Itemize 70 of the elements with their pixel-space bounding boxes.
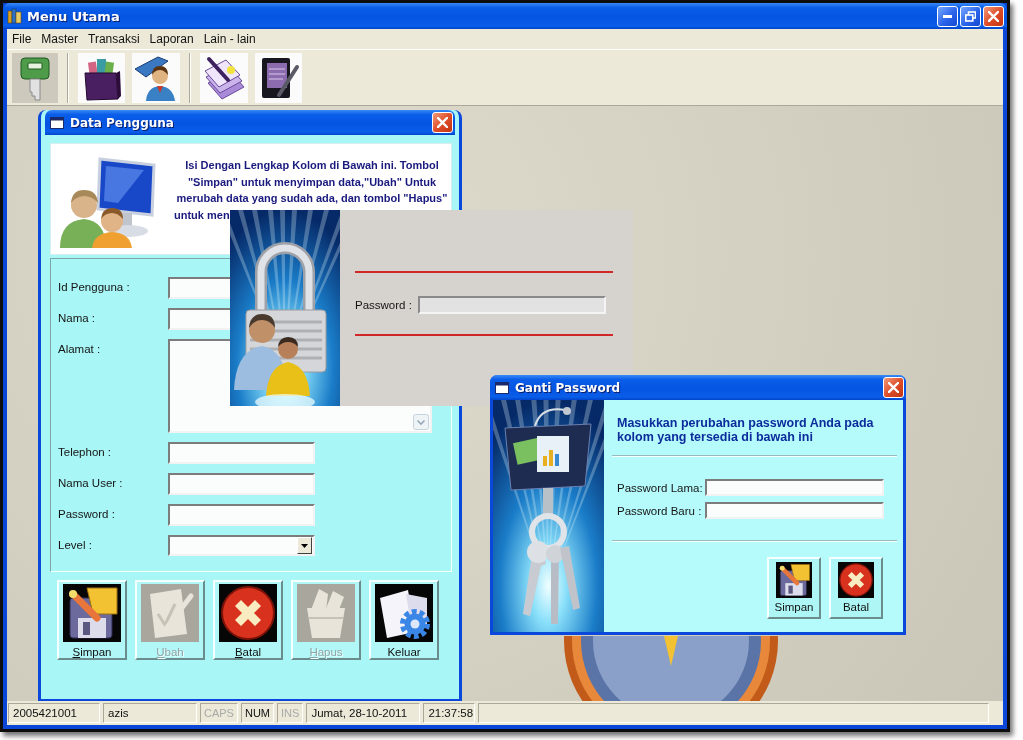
status-panel: 21:37:58 [423,703,476,723]
window-title: Menu Utama [27,8,120,24]
toolbar-button[interactable] [200,52,248,103]
menu-item[interactable]: Lain - lain [198,30,261,48]
dropdown-field[interactable] [168,535,315,556]
floppy-pencil-icon [776,562,812,598]
window-title: Ganti Password [515,380,621,395]
x-circle-icon [838,562,874,598]
wastebasket-icon [297,584,355,642]
close-icon [437,117,448,128]
field-label: Nama User : [58,476,123,491]
toolbar-button[interactable] [78,52,125,103]
minimize-icon [943,14,952,18]
text-field[interactable] [168,442,315,464]
close-button[interactable] [883,377,904,398]
caret-icon [301,543,308,548]
menu-item[interactable]: Master [36,30,84,48]
field-label: Password : [58,507,115,522]
key-icon [12,52,58,103]
exit-button[interactable]: Keluar [369,580,439,660]
save-button[interactable]: Simpan [767,557,821,619]
field-label: Telephon : [58,445,112,460]
field-label: Level : [58,538,92,553]
notebook-icon [255,52,302,103]
window-icon [50,116,64,129]
field-label: Password : [355,299,413,311]
menu-item[interactable]: Laporan [144,30,199,48]
status-panel: 2005421001 [8,703,100,723]
cancel-button[interactable]: Batal [829,557,883,619]
minimize-button[interactable] [937,5,958,27]
field-label: Alamat : [58,342,101,357]
status-panel: Jumat, 28-10-2011 [306,703,421,723]
toolbar-button[interactable] [132,52,180,103]
text-field[interactable] [705,502,884,519]
field-label: Password Lama: [617,481,704,494]
file-box-icon [78,52,125,103]
instruction-text: Masukkan perubahan password Anda pada kolom yang tersedia di bawah ini [616,416,875,444]
menu-item[interactable]: File [7,30,37,48]
close-icon [988,10,999,22]
books-icon [7,8,23,24]
text-field[interactable] [168,473,315,495]
key-indicator: NUM [240,703,275,723]
field-label: Id Pengguna : [58,280,130,295]
x-circle-icon [219,584,277,642]
menu-item[interactable]: Transaksi [83,30,145,48]
close-button[interactable] [432,112,453,133]
document-pen-icon [200,52,248,103]
field-label: Password Baru : [617,504,703,517]
dropdown-button[interactable] [297,537,312,554]
window-title: Data Pengguna [70,115,174,130]
text-field[interactable] [705,479,884,496]
toolbar-button[interactable] [255,52,302,103]
text-field[interactable] [418,296,606,314]
key-indicator: CAPS [200,703,238,723]
gear-papers-icon [375,584,433,642]
window-icon [495,381,509,394]
document-pen-icon [141,584,199,642]
restore-button[interactable] [960,5,981,27]
cancel-button[interactable]: Batal [213,580,283,660]
close-button[interactable] [983,5,1004,27]
person-icon [132,52,180,103]
restore-icon [965,10,976,22]
instruction-text: Isi Dengan Lengkap Kolom di Bawah ini. Tombol "Simpan" untuk menyimpan data,"Ubah" Untuk merubah data yang sudah ada, dan tombol "Hapus" untuk men [174,158,449,223]
save-button[interactable]: Simpan [57,580,127,660]
field-label: Nama : [58,311,96,326]
floppy-pencil-icon [63,584,121,642]
text-field[interactable] [168,504,315,526]
status-panel: azis [103,703,197,723]
close-icon [888,382,899,393]
key-indicator: INS [277,703,304,723]
